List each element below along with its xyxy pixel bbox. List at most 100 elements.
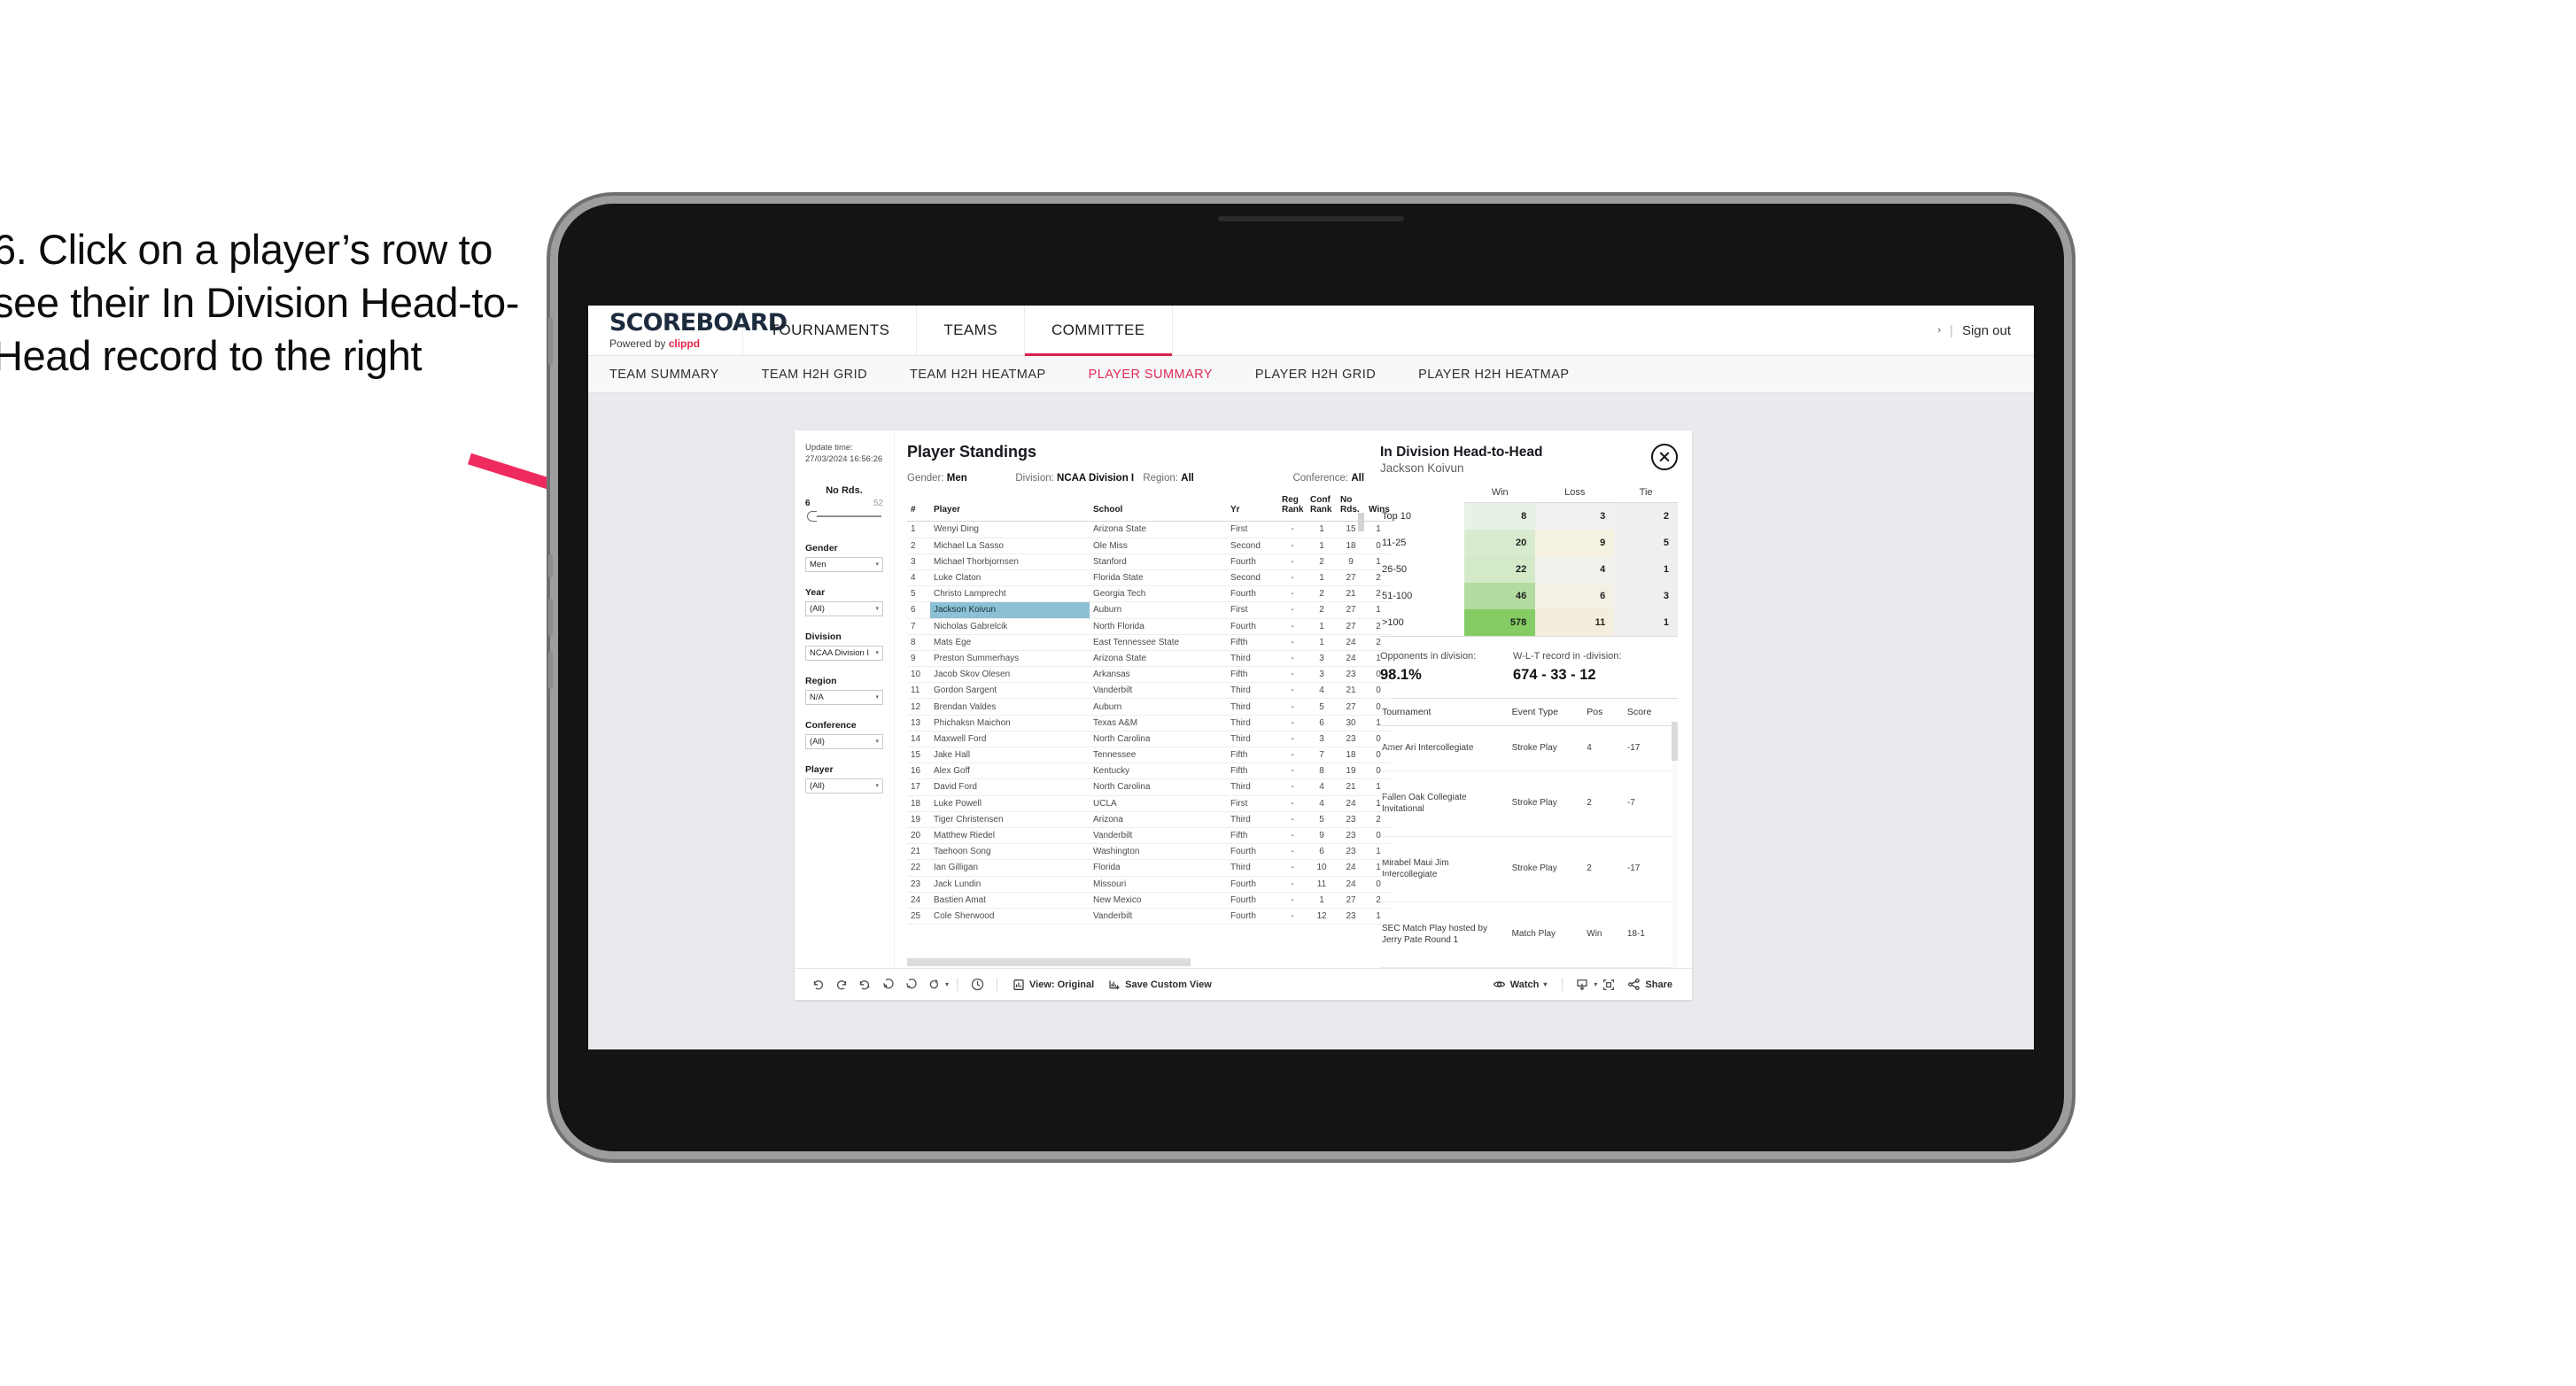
table-row[interactable]: 20 Matthew Riedel Vanderbilt Fifth -9 23 0 — [907, 827, 1392, 845]
brand-subtitle: Powered by clippd — [609, 337, 742, 350]
pause-refresh-icon[interactable] — [899, 973, 922, 996]
table-row[interactable]: 18 Luke Powell UCLA First -4 24 1 — [907, 795, 1392, 812]
cell-school: North Carolina — [1090, 778, 1227, 796]
th-year[interactable]: Yr — [1227, 493, 1278, 523]
cell-school: Vanderbilt — [1090, 908, 1227, 925]
filter-year: Year (All) ▾ — [805, 587, 883, 616]
table-row[interactable]: 17 David Ford North Carolina Third -4 21 1 — [907, 778, 1392, 796]
th-wins[interactable]: Wins — [1365, 493, 1392, 523]
save-custom-view-button[interactable]: Save Custom View — [1101, 979, 1219, 991]
tab-committee[interactable]: COMMITTEE — [1024, 306, 1173, 356]
scrollbar-thumb[interactable] — [1672, 722, 1678, 762]
h2h-tie-cell: 1 — [1614, 556, 1678, 584]
filter-division-select[interactable]: NCAA Division I ▾ — [805, 645, 883, 661]
tournament-row[interactable]: Fallen Oak Collegiate Invitational Stroke… — [1380, 770, 1672, 838]
table-row[interactable]: 12 Brendan Valdes Auburn Third -5 27 0 — [907, 698, 1392, 716]
table-row[interactable]: 8 Mats Ege East Tennessee State Fifth -1 24 2 — [907, 634, 1392, 651]
table-row[interactable]: 4 Luke Claton Florida State Second -1 27 2 — [907, 569, 1392, 587]
view-original-button[interactable]: View: Original — [1005, 979, 1101, 991]
subtab-player-h2h-grid[interactable]: PLAYER H2H GRID — [1255, 368, 1399, 382]
subtab-player-h2h-heatmap[interactable]: PLAYER H2H HEATMAP — [1418, 368, 1592, 382]
table-row[interactable]: 2 Michael La Sasso Ole Miss Second -1 18 0 — [907, 538, 1392, 554]
subtab-team-h2h-heatmap[interactable]: TEAM H2H HEATMAP — [910, 368, 1069, 382]
revert-icon[interactable] — [853, 973, 876, 996]
sign-out-link[interactable]: Sign out — [1962, 323, 2011, 338]
no-rounds-slider[interactable] — [805, 510, 883, 522]
tournament-event-type: Match Play — [1509, 902, 1586, 968]
table-row[interactable]: 3 Michael Thorbjornsen Stanford Fourth -2 9 1 — [907, 554, 1392, 570]
cell-year: Third — [1227, 778, 1278, 796]
scrollbar-thumb[interactable] — [907, 958, 1191, 966]
th-conf-rank[interactable]: Conf Rank — [1307, 493, 1337, 523]
fullscreen-icon[interactable] — [1597, 973, 1620, 996]
table-row[interactable]: 7 Nicholas Gabrelcik North Florida Fourth -1… — [907, 618, 1392, 635]
tournament-position: Win — [1585, 902, 1626, 968]
tournament-row[interactable]: Mirabel Maui Jim Intercollegiate Stroke P… — [1380, 836, 1672, 902]
tournament-row[interactable]: SEC Match Play hosted by Jerry Pate Roun… — [1380, 902, 1672, 968]
chevron-down-icon[interactable]: ▾ — [945, 980, 949, 988]
table-row[interactable]: 11 Gordon Sargent Vanderbilt Third -4 21 0 — [907, 682, 1392, 700]
cell-player: Wenyi Ding — [930, 521, 1090, 538]
device-volume-up-button — [548, 599, 553, 636]
cell-conf: 2 — [1307, 554, 1337, 570]
table-row[interactable]: 25 Cole Sherwood Vanderbilt Fourth -12 23 1 — [907, 908, 1392, 925]
table-row[interactable]: 9 Preston Summerhays Arizona State Third -3 2… — [907, 650, 1392, 668]
th-reg-rank[interactable]: Reg Rank — [1278, 493, 1307, 523]
brand-logo[interactable]: SCOREBOARD Powered by clippd — [588, 306, 788, 355]
table-row[interactable]: 16 Alex Goff Kentucky Fifth -8 19 0 — [907, 763, 1392, 780]
th-rank[interactable]: # — [907, 493, 930, 523]
tab-teams[interactable]: TEAMS — [917, 306, 1025, 355]
table-row[interactable]: 13 Phichaksn Maichon Texas A&M Third -6 30 1 — [907, 715, 1392, 732]
chevron-right-icon[interactable]: › — [1937, 325, 1941, 336]
subtab-player-summary[interactable]: PLAYER SUMMARY — [1089, 368, 1236, 382]
table-row[interactable]: 19 Tiger Christensen Arizona Third -5 23 2 — [907, 811, 1392, 828]
share-button[interactable]: Share — [1620, 978, 1680, 991]
cell-year: Third — [1227, 715, 1278, 732]
table-row[interactable]: 14 Maxwell Ford North Carolina Third -3 23 0 — [907, 731, 1392, 748]
scrollbar-thumb[interactable] — [1358, 513, 1364, 531]
refresh-icon[interactable] — [876, 973, 899, 996]
table-row[interactable]: 10 Jacob Skov Olesen Arkansas Fifth -3 23 0 — [907, 666, 1392, 684]
filter-year-select[interactable]: (All) ▾ — [805, 600, 883, 616]
cell-year: Third — [1227, 731, 1278, 748]
table-row[interactable]: 24 Bastien Amat New Mexico Fourth -1 27 2 — [907, 892, 1392, 909]
slider-handle[interactable] — [807, 510, 817, 522]
h2h-row: 26-50 22 4 1 — [1380, 556, 1678, 584]
cell-wins: 2 — [1365, 585, 1392, 603]
h2h-tie-cell: 2 — [1614, 502, 1678, 530]
table-row[interactable]: 6 Jackson Koivun Auburn First -2 27 1 — [907, 601, 1392, 619]
subtab-team-h2h-grid[interactable]: TEAM H2H GRID — [762, 368, 890, 382]
undo-icon[interactable] — [807, 973, 830, 996]
cell-wins: 0 — [1365, 538, 1392, 554]
tab-tournaments[interactable]: TOURNAMENTS — [743, 306, 918, 355]
filter-conference-select[interactable]: (All) ▾ — [805, 733, 883, 749]
table-row[interactable]: 15 Jake Hall Tennessee Fifth -7 18 0 — [907, 747, 1392, 764]
table-row[interactable]: 22 Ian Gilligan Florida Third -10 24 1 — [907, 859, 1392, 877]
standings-horizontal-scrollbar[interactable] — [907, 958, 1364, 968]
standings-vertical-scrollbar[interactable] — [1358, 493, 1364, 955]
tournament-row[interactable]: Amer Ari Intercollegiate Stroke Play 4 -17 — [1380, 725, 1672, 772]
cell-wins: 1 — [1365, 795, 1392, 812]
table-row[interactable]: 1 Wenyi Ding Arizona State First -1 15 1 — [907, 521, 1392, 538]
tournament-vertical-scrollbar[interactable] — [1672, 699, 1678, 968]
table-row[interactable]: 23 Jack Lundin Missouri Fourth -11 24 0 — [907, 876, 1392, 893]
filter-gender-select[interactable]: Men ▾ — [805, 556, 883, 572]
redo-icon[interactable] — [830, 973, 853, 996]
th-player[interactable]: Player — [930, 493, 1090, 523]
subtab-team-summary[interactable]: TEAM SUMMARY — [609, 368, 742, 382]
pause-clock-icon[interactable] — [966, 973, 989, 996]
close-circle-icon[interactable] — [1651, 444, 1678, 470]
cell-school: Missouri — [1090, 876, 1227, 893]
h2h-win-cell: 8 — [1464, 502, 1536, 530]
pause-auto-update-icon[interactable] — [922, 973, 945, 996]
filter-player-select[interactable]: (All) ▾ — [805, 778, 883, 794]
table-row[interactable]: 21 Taehoon Song Washington Fourth -6 23 1 — [907, 843, 1392, 861]
watch-button[interactable]: Watch ▾ — [1486, 978, 1555, 991]
cell-rank: 25 — [907, 908, 930, 925]
filter-region-select[interactable]: N/A ▾ — [805, 689, 883, 705]
table-row[interactable]: 5 Christo Lamprecht Georgia Tech Fourth -2 21… — [907, 585, 1392, 603]
no-rounds-slider-group: No Rds. 6 52 — [805, 485, 883, 522]
download-icon[interactable] — [1571, 973, 1594, 996]
th-school[interactable]: School — [1090, 493, 1227, 523]
cell-player: Michael La Sasso — [930, 538, 1090, 554]
